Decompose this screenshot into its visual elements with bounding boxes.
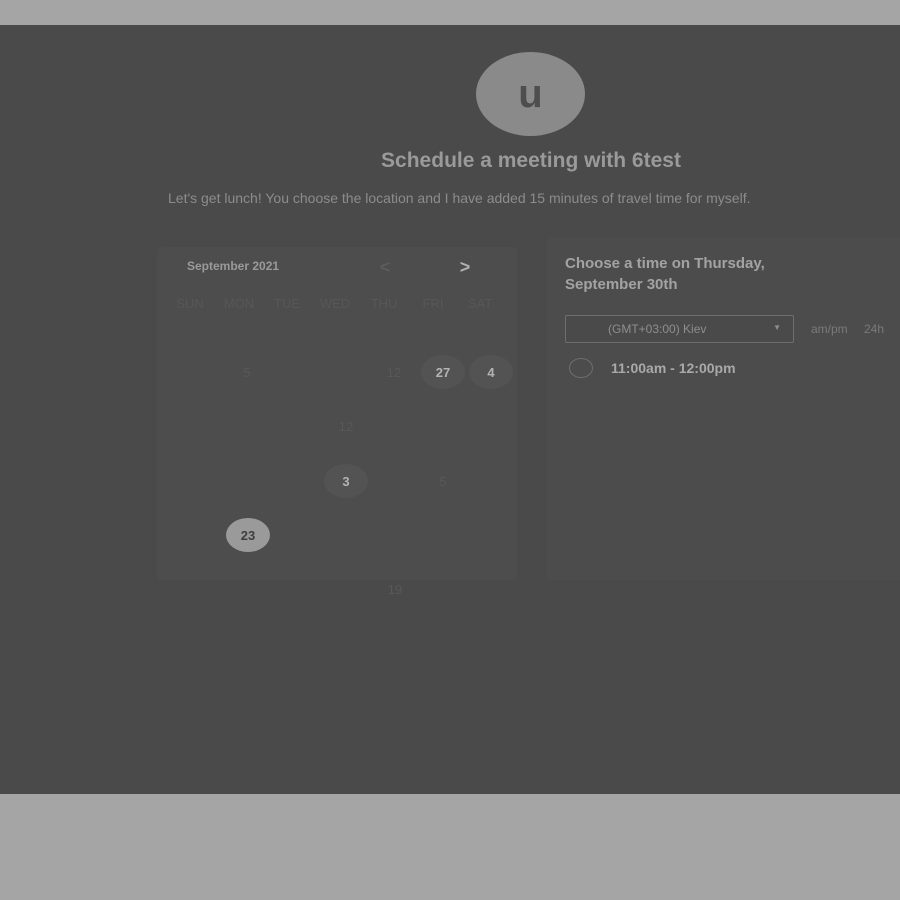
calendar-day: 5 bbox=[243, 364, 251, 380]
weekday-sun: SUN bbox=[176, 296, 204, 311]
calendar-day: 5 bbox=[439, 473, 447, 489]
weekday-thu: THU bbox=[370, 296, 398, 311]
timezone-select[interactable]: (GMT+03:00) Kiev ▼ bbox=[565, 315, 794, 343]
scheduler-page: u Schedule a meeting with 6test Let's ge… bbox=[0, 25, 900, 794]
weekday-fri: FRI bbox=[422, 296, 444, 311]
avatar-initial: u bbox=[518, 71, 543, 116]
calendar-day-available[interactable]: 4 bbox=[469, 355, 513, 389]
chevron-right-icon[interactable]: > bbox=[453, 255, 477, 279]
format-ampm-toggle[interactable]: am/pm bbox=[811, 322, 848, 336]
calendar-day: 19 bbox=[387, 581, 403, 597]
calendar-panel: September 2021 < > SUN MON TUE WED THU F… bbox=[157, 247, 517, 597]
month-label: September 2021 bbox=[187, 259, 280, 273]
time-heading: Choose a time on Thursday, September 30t… bbox=[565, 255, 765, 293]
caret-down-icon: ▼ bbox=[773, 323, 781, 332]
calendar-day-available[interactable]: 27 bbox=[421, 355, 465, 389]
page-description: Let's get lunch! You choose the location… bbox=[168, 190, 751, 206]
time-panel: Choose a time on Thursday, September 30t… bbox=[547, 237, 900, 580]
radio-icon[interactable] bbox=[569, 358, 593, 378]
weekday-tue: TUE bbox=[274, 296, 300, 311]
time-slot-label: 11:00am - 12:00pm bbox=[611, 360, 736, 376]
top-band bbox=[0, 0, 900, 25]
avatar: u bbox=[476, 52, 585, 136]
page-title: Schedule a meeting with 6test bbox=[381, 149, 681, 172]
calendar-day: 12 bbox=[338, 418, 354, 434]
weekday-mon: MON bbox=[223, 296, 255, 311]
format-24h-toggle[interactable]: 24h bbox=[864, 322, 884, 336]
chevron-left-icon[interactable]: < bbox=[373, 255, 397, 279]
calendar-day: 12 bbox=[386, 364, 402, 380]
timezone-value: (GMT+03:00) Kiev bbox=[608, 322, 707, 336]
calendar-day-selected[interactable]: 23 bbox=[226, 518, 270, 552]
weekday-sat: SAT bbox=[467, 296, 493, 311]
weekday-wed: WED bbox=[319, 296, 351, 311]
time-slot[interactable]: 11:00am - 12:00pm bbox=[569, 358, 736, 378]
calendar-day-available[interactable]: 3 bbox=[324, 464, 368, 498]
